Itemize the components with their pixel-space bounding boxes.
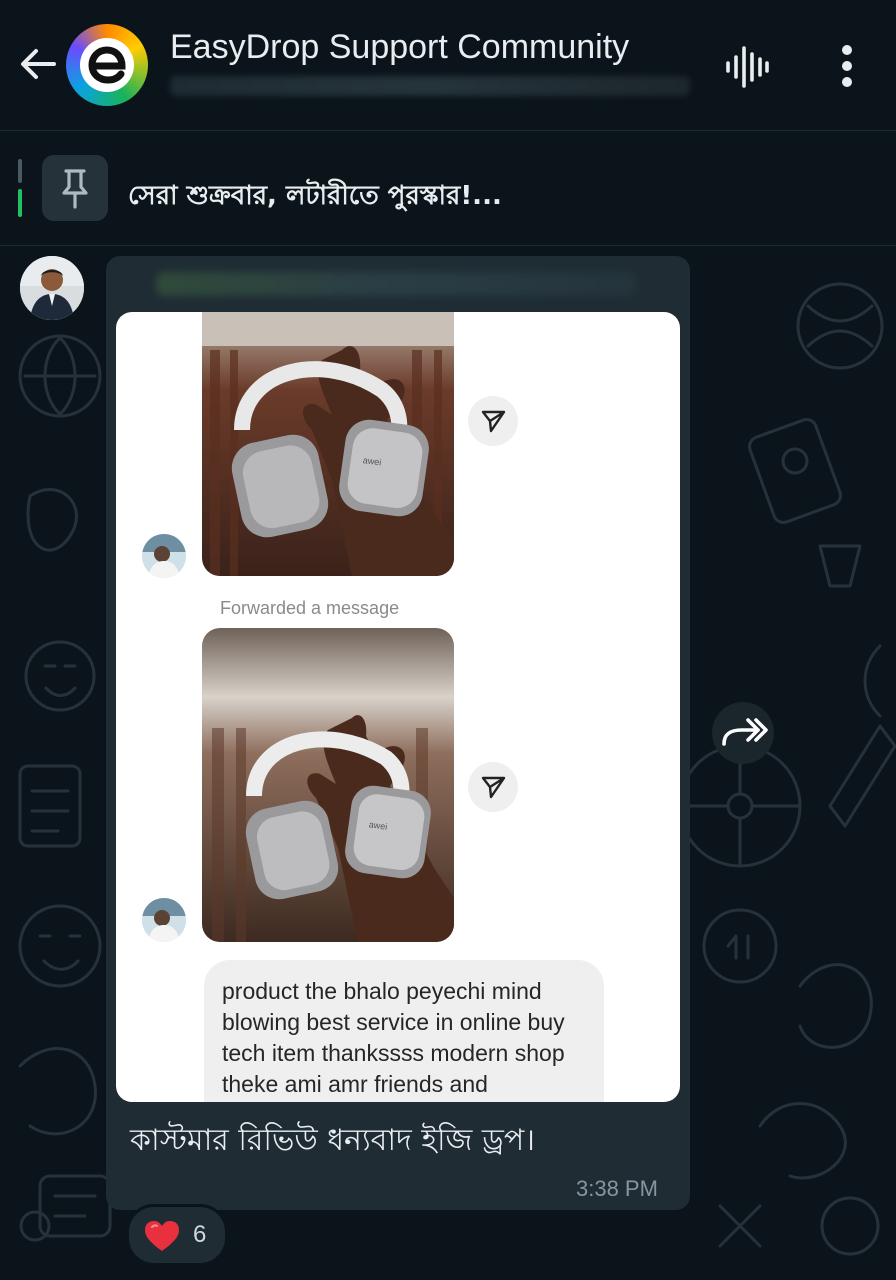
chat-title[interactable]: EasyDrop Support Community — [170, 28, 629, 67]
voice-chat-button[interactable] — [724, 44, 770, 90]
headphones-image: awei — [202, 628, 454, 942]
reviewer-avatar — [142, 898, 186, 942]
chat-subtitle-redacted — [170, 76, 690, 96]
pin-thumbnail — [42, 155, 108, 221]
forward-icon — [722, 718, 768, 746]
share-button[interactable] — [468, 762, 518, 812]
forwarded-label: Forwarded a message — [220, 598, 400, 618]
reviewer-avatar — [142, 534, 186, 578]
reaction-badge[interactable]: 6 — [126, 1204, 228, 1266]
message-caption: কাস্টমার রিভিউ ধন্যবাদ ইজি ড্রপ। — [130, 1123, 536, 1158]
message-timestamp: 3:38 PM — [576, 1176, 658, 1201]
headphones-image: awei — [202, 312, 454, 576]
person-photo — [142, 898, 186, 942]
voice-waveform-icon — [726, 46, 769, 88]
forward-button[interactable] — [712, 702, 774, 764]
pinned-indicator — [18, 159, 22, 217]
sender-name-redacted — [156, 272, 636, 296]
reaction-count: 6 — [193, 1221, 207, 1248]
arrow-left-icon — [21, 49, 56, 79]
more-options-button[interactable] — [834, 42, 860, 90]
send-icon — [481, 410, 506, 433]
message-image[interactable]: awei Forwarded a message awei product th… — [116, 312, 680, 1102]
back-button[interactable] — [16, 42, 60, 86]
headphones-photo[interactable]: awei — [202, 312, 454, 576]
heart-icon — [145, 1221, 179, 1251]
person-photo — [20, 256, 84, 320]
pinned-message-text: সেরা শুক্রবার, লটারীতে পুরস্কার!... — [128, 181, 502, 211]
easydrop-logo-icon — [88, 46, 126, 84]
more-vertical-icon — [842, 45, 852, 87]
chat-header: EasyDrop Support Community — [0, 0, 896, 131]
send-icon — [481, 776, 506, 799]
person-photo — [142, 534, 186, 578]
share-button[interactable] — [468, 396, 518, 446]
pinned-message-bar[interactable]: সেরা শুক্রবার, লটারীতে পুরস্কার!... — [0, 131, 896, 246]
pin-icon — [62, 169, 88, 209]
headphones-photo[interactable]: awei — [202, 628, 454, 942]
sender-avatar[interactable] — [20, 256, 84, 320]
group-avatar[interactable] — [66, 24, 148, 106]
review-text: product the bhalo peyechi mind blowing b… — [222, 978, 565, 1097]
